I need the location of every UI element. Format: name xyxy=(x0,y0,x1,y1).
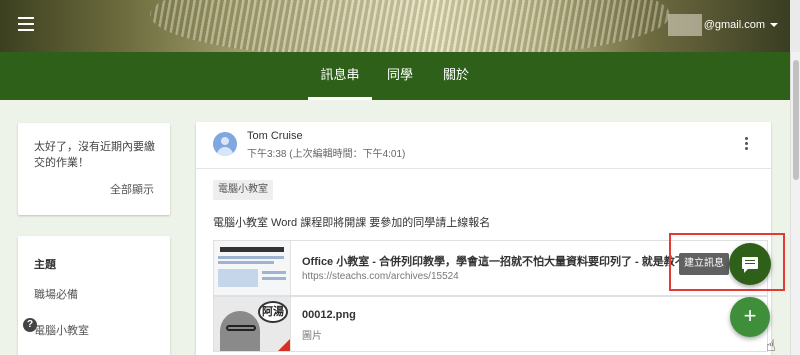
post-author: Tom Cruise xyxy=(247,130,303,142)
attachment-title: Office 小教室 - 合併列印教學，學會這一招就不怕大量資料要印列了 - 就… xyxy=(302,256,697,268)
attachment-image[interactable]: 阿湯 00012.png 圖片 xyxy=(213,296,768,352)
create-post-tooltip: 建立訊息 xyxy=(679,253,729,275)
post-topic-chip[interactable]: 電腦小教室 xyxy=(213,180,273,200)
create-post-button[interactable] xyxy=(729,243,771,285)
account-email: @gmail.com xyxy=(703,19,765,31)
more-options-icon[interactable] xyxy=(745,137,749,152)
message-icon xyxy=(742,257,758,273)
attachment-title: 00012.png xyxy=(302,309,356,321)
topic-item[interactable]: 職場必備 xyxy=(34,286,78,302)
upcoming-card: 太好了，沒有近期內要繳交的作業！ 全部顯示 xyxy=(18,123,170,215)
image-thumbnail: 阿湯 xyxy=(214,297,291,351)
avatar xyxy=(213,132,237,156)
add-button[interactable]: + xyxy=(730,297,770,337)
caret-down-icon xyxy=(770,23,778,27)
tab-about[interactable]: 關於 xyxy=(440,52,472,100)
attachment-url: https://steachs.com/archives/15524 xyxy=(302,271,459,282)
attachment-type: 圖片 xyxy=(302,331,322,342)
banner-book-image xyxy=(150,0,670,52)
post-timestamp: 下午3:38 (上次編輯時間：下午4:01) xyxy=(247,149,406,160)
tab-stream[interactable]: 訊息串 xyxy=(308,52,372,100)
tab-people[interactable]: 同學 xyxy=(384,52,416,100)
view-all-link[interactable]: 全部顯示 xyxy=(110,181,154,197)
topics-card: 主題 職場必備 電腦小教室 xyxy=(18,236,170,355)
redacted-email-mask xyxy=(667,14,702,36)
page-scrollbar[interactable] xyxy=(790,52,800,355)
class-navbar: 訊息串 同學 關於 xyxy=(0,52,790,100)
post-divider xyxy=(196,168,771,169)
thumbnail-bubble-text: 阿湯 xyxy=(258,301,288,323)
help-icon[interactable]: ? xyxy=(23,318,37,332)
account-switcher[interactable]: @gmail.com xyxy=(667,14,778,36)
hand-cursor-icon: ☝ xyxy=(766,338,776,355)
topics-heading: 主題 xyxy=(34,259,56,271)
post-body: 電腦小教室 Word 課程即將開課 要參加的同學請上線報名 xyxy=(213,217,491,229)
scrollbar-thumb[interactable] xyxy=(793,60,799,180)
hamburger-menu-icon[interactable] xyxy=(18,17,34,31)
link-thumbnail xyxy=(214,241,291,295)
upcoming-message: 太好了，沒有近期內要繳交的作業！ xyxy=(34,141,155,169)
topic-item[interactable]: 電腦小教室 xyxy=(34,322,89,338)
